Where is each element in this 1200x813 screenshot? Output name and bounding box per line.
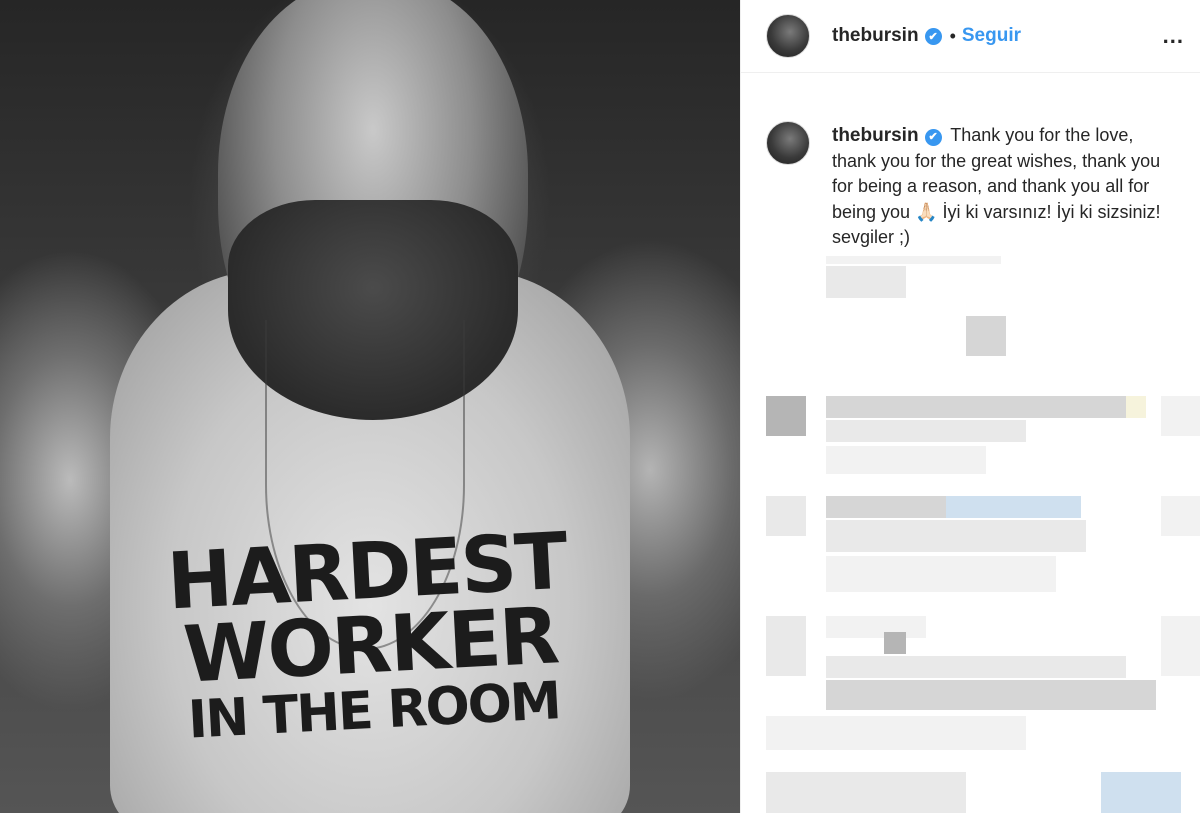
redacted-comment-block — [826, 556, 1056, 592]
redacted-comment-block — [946, 496, 1081, 518]
redacted-comment-block — [766, 716, 1026, 750]
redacted-comment-block — [826, 446, 986, 474]
redacted-comment-block — [826, 396, 1126, 418]
follow-button[interactable]: Seguir — [962, 25, 1021, 47]
caption-verified-badge-icon: ✔ — [924, 129, 942, 147]
redacted-comment-block — [766, 772, 966, 813]
redacted-avatar — [766, 396, 806, 436]
redacted-comment-block — [1126, 396, 1146, 418]
caption-username[interactable]: thebursin — [832, 125, 919, 146]
redacted-comment-block — [826, 420, 1026, 442]
shirt-print: HARDEST WORKER IN THE ROOM — [165, 517, 575, 751]
redacted-like-icon — [1161, 616, 1200, 676]
redacted-avatar — [766, 616, 806, 676]
redacted-comment-block — [826, 616, 926, 638]
post-photo[interactable]: HARDEST WORKER IN THE ROOM — [0, 0, 740, 813]
header-separator: • — [949, 25, 956, 46]
redacted-comment-block — [826, 256, 1001, 264]
author-avatar[interactable] — [766, 14, 810, 58]
post-side-panel: thebursin ✔ • Seguir ... thebursin ✔ Than… — [740, 0, 1200, 813]
redacted-like-icon — [1161, 496, 1200, 536]
redacted-comment-block — [826, 656, 1126, 678]
caption-avatar[interactable] — [766, 121, 810, 165]
more-options-icon[interactable]: ... — [1163, 23, 1184, 49]
caption-text-block: thebursin ✔ Thank you for the love, thank… — [832, 123, 1177, 251]
redacted-like-icon — [1161, 396, 1200, 436]
post-caption: thebursin ✔ Thank you for the love, thank… — [741, 73, 1200, 251]
redacted-comment-block — [1101, 772, 1181, 813]
verified-badge-icon: ✔ — [924, 27, 942, 45]
redacted-avatar — [766, 496, 806, 536]
redacted-comment-block — [826, 266, 906, 298]
redacted-comment-block — [966, 316, 1006, 356]
redacted-comment-block — [884, 632, 906, 654]
redacted-comment-block — [826, 496, 946, 518]
author-username[interactable]: thebursin — [832, 25, 919, 47]
redacted-comment-block — [826, 520, 1086, 552]
post-header: thebursin ✔ • Seguir ... — [741, 0, 1200, 73]
redacted-comment-block — [826, 680, 1156, 710]
comment-list-redacted — [766, 254, 1200, 813]
